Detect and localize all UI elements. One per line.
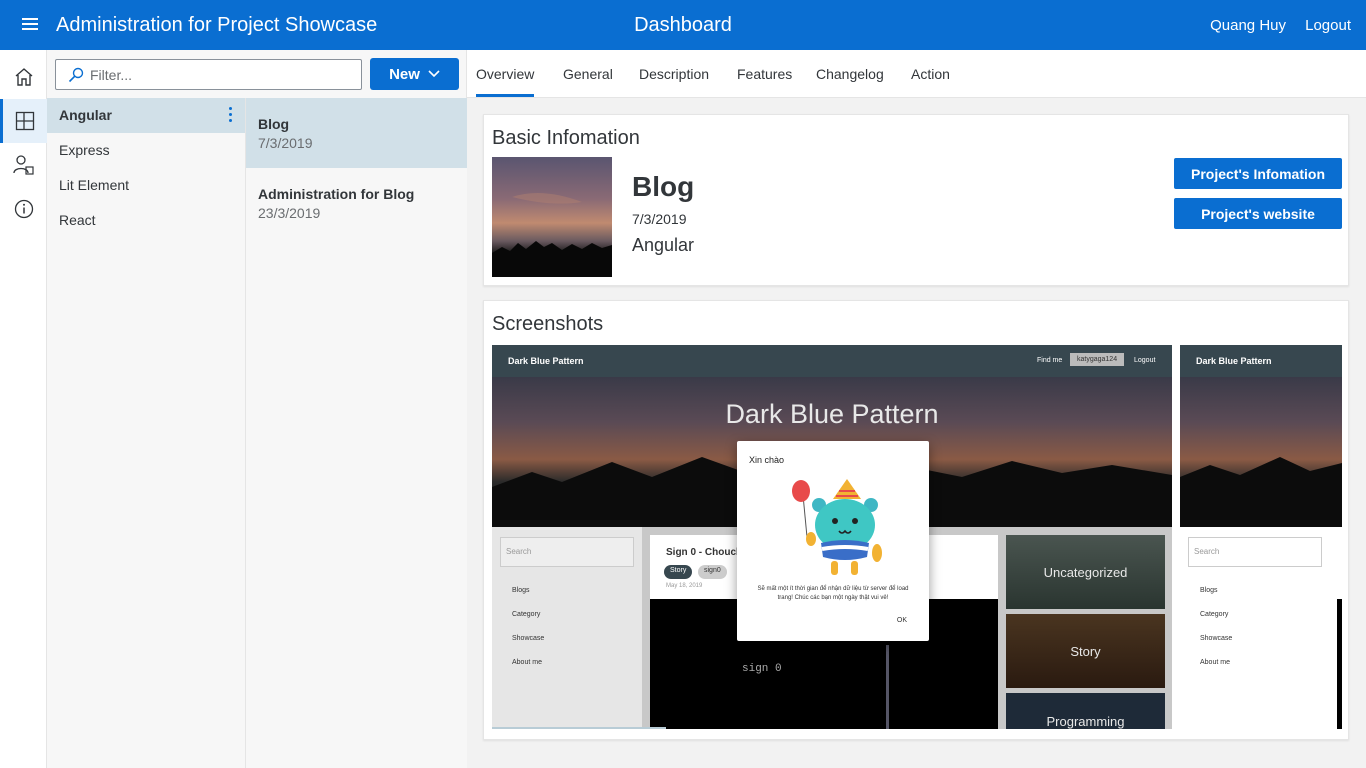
screenshots-card: Screenshots Dark Blue Pattern Find me ka…	[483, 300, 1349, 740]
new-button[interactable]: New	[370, 58, 459, 90]
preview-sidebar: Search Blogs Category Showcase About me	[1180, 527, 1330, 729]
grid-layout-icon	[15, 111, 35, 131]
preview-link: Showcase	[1200, 635, 1233, 642]
new-button-label: New	[389, 65, 420, 83]
info-icon	[14, 199, 33, 219]
user-settings-icon	[12, 155, 34, 175]
master-panel: New Angular Express Lit Element React Bl…	[47, 50, 467, 768]
detail-panel: Overview General Description Features Ch…	[467, 50, 1366, 768]
preview-hero-title: Dark Blue Pattern	[725, 399, 939, 429]
hamburger-menu-icon[interactable]	[20, 15, 44, 35]
category-label: Express	[59, 142, 110, 158]
category-label: React	[59, 212, 96, 228]
preview-tile-programming: Programming	[1006, 693, 1165, 729]
nav-about[interactable]	[0, 187, 47, 231]
preview-user-chip: katygaga124	[1070, 353, 1125, 366]
basic-info-card: Basic Infomation Blog 7/3/2019 Angular P…	[483, 114, 1349, 286]
filter-input[interactable]	[90, 64, 350, 86]
tab-overview[interactable]: Overview	[476, 66, 535, 97]
app-title: Administration for Project Showcase	[56, 14, 378, 36]
preview-tile-story: Story	[1006, 614, 1165, 688]
tab-features[interactable]: Features	[737, 66, 792, 94]
preview-search: Search	[500, 537, 634, 567]
shell-bar: Administration for Project Showcase Dash…	[0, 0, 1366, 50]
tab-bar: Overview General Description Features Ch…	[467, 50, 1366, 98]
basic-info-heading: Basic Infomation	[492, 127, 640, 149]
project-name: Administration for Blog	[258, 186, 415, 202]
category-list: Angular Express Lit Element React	[47, 98, 246, 768]
dialog-ok-button: OK	[896, 617, 907, 624]
preview-hero	[1180, 377, 1342, 527]
preview-link: About me	[512, 659, 542, 666]
preview-link: Category	[512, 611, 541, 618]
project-list: Blog 7/3/2019 Administration for Blog 23…	[246, 98, 467, 768]
screenshots-heading: Screenshots	[492, 313, 604, 335]
category-item-angular[interactable]: Angular	[47, 98, 245, 133]
project-thumbnail	[492, 157, 612, 277]
preview-post-date: May 18, 2019	[666, 583, 703, 589]
project-date: 7/3/2019	[632, 211, 687, 227]
preview-sidebar: Search Blogs Category Showcase About me	[492, 527, 642, 729]
category-label: Lit Element	[59, 177, 130, 193]
tab-changelog[interactable]: Changelog	[816, 66, 884, 94]
tab-description[interactable]: Description	[639, 66, 709, 94]
project-website-button[interactable]: Project's website	[1174, 198, 1342, 229]
preview-site-name: Dark Blue Pattern	[1196, 356, 1272, 366]
preview-header: Dark Blue Pattern Find me katygaga124 Lo…	[492, 345, 1172, 377]
category-item-express[interactable]: Express	[47, 133, 245, 168]
preview-link: Category	[1200, 611, 1229, 618]
project-date: 7/3/2019	[258, 135, 313, 151]
preview-header: Dark Blue Pattern	[1180, 345, 1342, 377]
screenshot-image[interactable]: Dark Blue Pattern Find me katygaga124 Lo…	[492, 345, 1172, 729]
category-item-react[interactable]: React	[47, 203, 245, 238]
preview-post-title: Sign 0 - Chouch	[666, 547, 743, 558]
project-item-admin-blog[interactable]: Administration for Blog 23/3/2019	[246, 168, 467, 238]
tab-action[interactable]: Action	[911, 66, 950, 94]
hero-mountains	[1180, 457, 1342, 527]
preview-search: Search	[1188, 537, 1322, 567]
home-icon	[15, 68, 32, 86]
project-category: Angular	[632, 235, 695, 255]
preview-logout: Logout	[1134, 357, 1156, 364]
screenshot-image-2[interactable]: Dark Blue Pattern Search Blogs Category …	[1180, 345, 1342, 729]
more-options-icon[interactable]	[229, 107, 233, 125]
project-name: Blog	[258, 116, 290, 132]
project-item-blog[interactable]: Blog 7/3/2019	[246, 98, 467, 168]
nav-projects[interactable]	[0, 99, 47, 143]
category-item-lit-element[interactable]: Lit Element	[47, 168, 245, 203]
dialog-message: Sẽ mất một ít thời gian để nhận dữ liệu …	[757, 586, 909, 601]
nav-users[interactable]	[0, 143, 47, 187]
logout-link[interactable]: Logout	[1305, 17, 1351, 34]
preview-tile-uncategorized: Uncategorized	[1006, 535, 1165, 609]
preview-find-me: Find me	[1037, 357, 1063, 364]
preview-sign-text: sign 0	[742, 663, 782, 675]
nav-home[interactable]	[0, 55, 47, 99]
preview-pole	[886, 645, 889, 729]
tab-general[interactable]: General	[563, 66, 613, 94]
preview-chip-sign: sign0	[698, 565, 727, 579]
project-title: Blog	[632, 171, 695, 202]
project-date: 23/3/2019	[258, 205, 321, 221]
user-name[interactable]: Quang Huy	[1210, 17, 1286, 34]
mascot-icon	[792, 479, 882, 575]
preview-link: Blogs	[512, 587, 530, 594]
side-navigation	[0, 50, 47, 768]
chevron-down-icon	[428, 70, 440, 78]
preview-link: About me	[1200, 659, 1230, 666]
dialog-title: Xin chào	[749, 455, 785, 465]
preview-scrollbar	[492, 727, 666, 729]
preview-link: Blogs	[1200, 587, 1218, 594]
preview-site-name: Dark Blue Pattern	[508, 356, 584, 366]
search-icon	[68, 67, 84, 83]
preview-post	[1337, 599, 1342, 729]
preview-dialog: Xin chào Sẽ mất một ít thời gian để nhận…	[737, 441, 929, 641]
filter-field[interactable]	[55, 59, 362, 90]
thumbnail-image	[492, 193, 612, 277]
preview-link: Showcase	[512, 635, 545, 642]
category-label: Angular	[59, 107, 112, 123]
preview-chip-story: Story	[664, 565, 693, 579]
project-information-button[interactable]: Project's Infomation	[1174, 158, 1342, 189]
